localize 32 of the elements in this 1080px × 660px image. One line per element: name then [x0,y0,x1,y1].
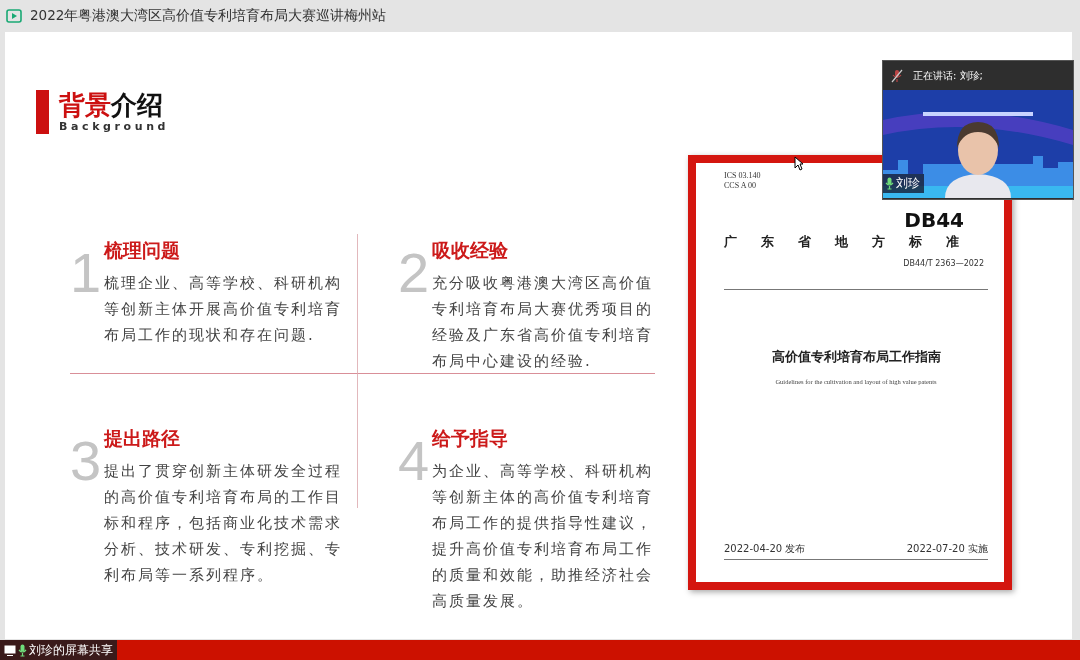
participant-name: 刘珍 [896,175,920,192]
microphone-icon [18,643,27,657]
window-title: 2022年粤港澳大湾区高价值专利培育布局大赛巡讲梅州站 [30,7,387,25]
speaker-label: 正在讲话: 刘珍; [913,68,983,83]
accent-bar [36,90,49,134]
section-text: 梳理企业、高等学校、科研机构等创新主体开展高价值专利培育布局工作的现状和存在问题. [104,273,343,346]
effective-date: 2022-07-20 实施 [906,542,988,556]
standard-category: 广东省地方标准 [724,233,983,251]
section-title: 吸收经验 [432,238,509,262]
section-title: 梳理问题 [104,238,181,262]
document-title: 高价值专利培育布局工作指南 [771,348,941,366]
slide-heading: 背景介绍 [59,90,164,120]
play-icon [6,9,22,23]
section-text: 为企业、高等学校、科研机构等创新主体的高价值专利培育布局工作的提供指导性建议，提升高价值专利培育布局工作的质量和效能，助推经济社会高质量发展。 [432,461,654,612]
screen-share-icon [4,644,16,656]
section-title: 提出路径 [104,426,181,450]
section-number: 2 [398,244,430,302]
muted-microphone-icon [891,68,903,83]
issue-date: 2022-04-20 发布 [724,542,806,556]
microphone-icon [885,177,894,190]
section-number: 1 [70,244,102,302]
classification-code: CCS A 00 [724,181,756,191]
section-number: 3 [70,432,102,490]
slide-subtitle: Background [59,120,170,134]
standard-number: DB44/T 2363—2022 [903,259,984,268]
section-number: 4 [398,432,430,490]
section-text: 充分吸收粤港澳大湾区高价值专利培育布局大赛优秀项目的经验及广东省高价值专利培育布局中心建设的经验. [432,273,654,372]
standard-mark: DB44 [904,209,964,231]
section-text: 提出了贯穿创新主体研发全过程的高价值专利培育布局的工作目标和程序，包括商业化技术需求分析、技术研发、专利挖掘、专利布局等一系列程序。 [104,461,343,586]
classification-code: ICS 03.140 [724,171,761,181]
section-title: 给予指导 [432,426,509,450]
share-label: 刘珍的屏幕共享 [29,641,113,659]
